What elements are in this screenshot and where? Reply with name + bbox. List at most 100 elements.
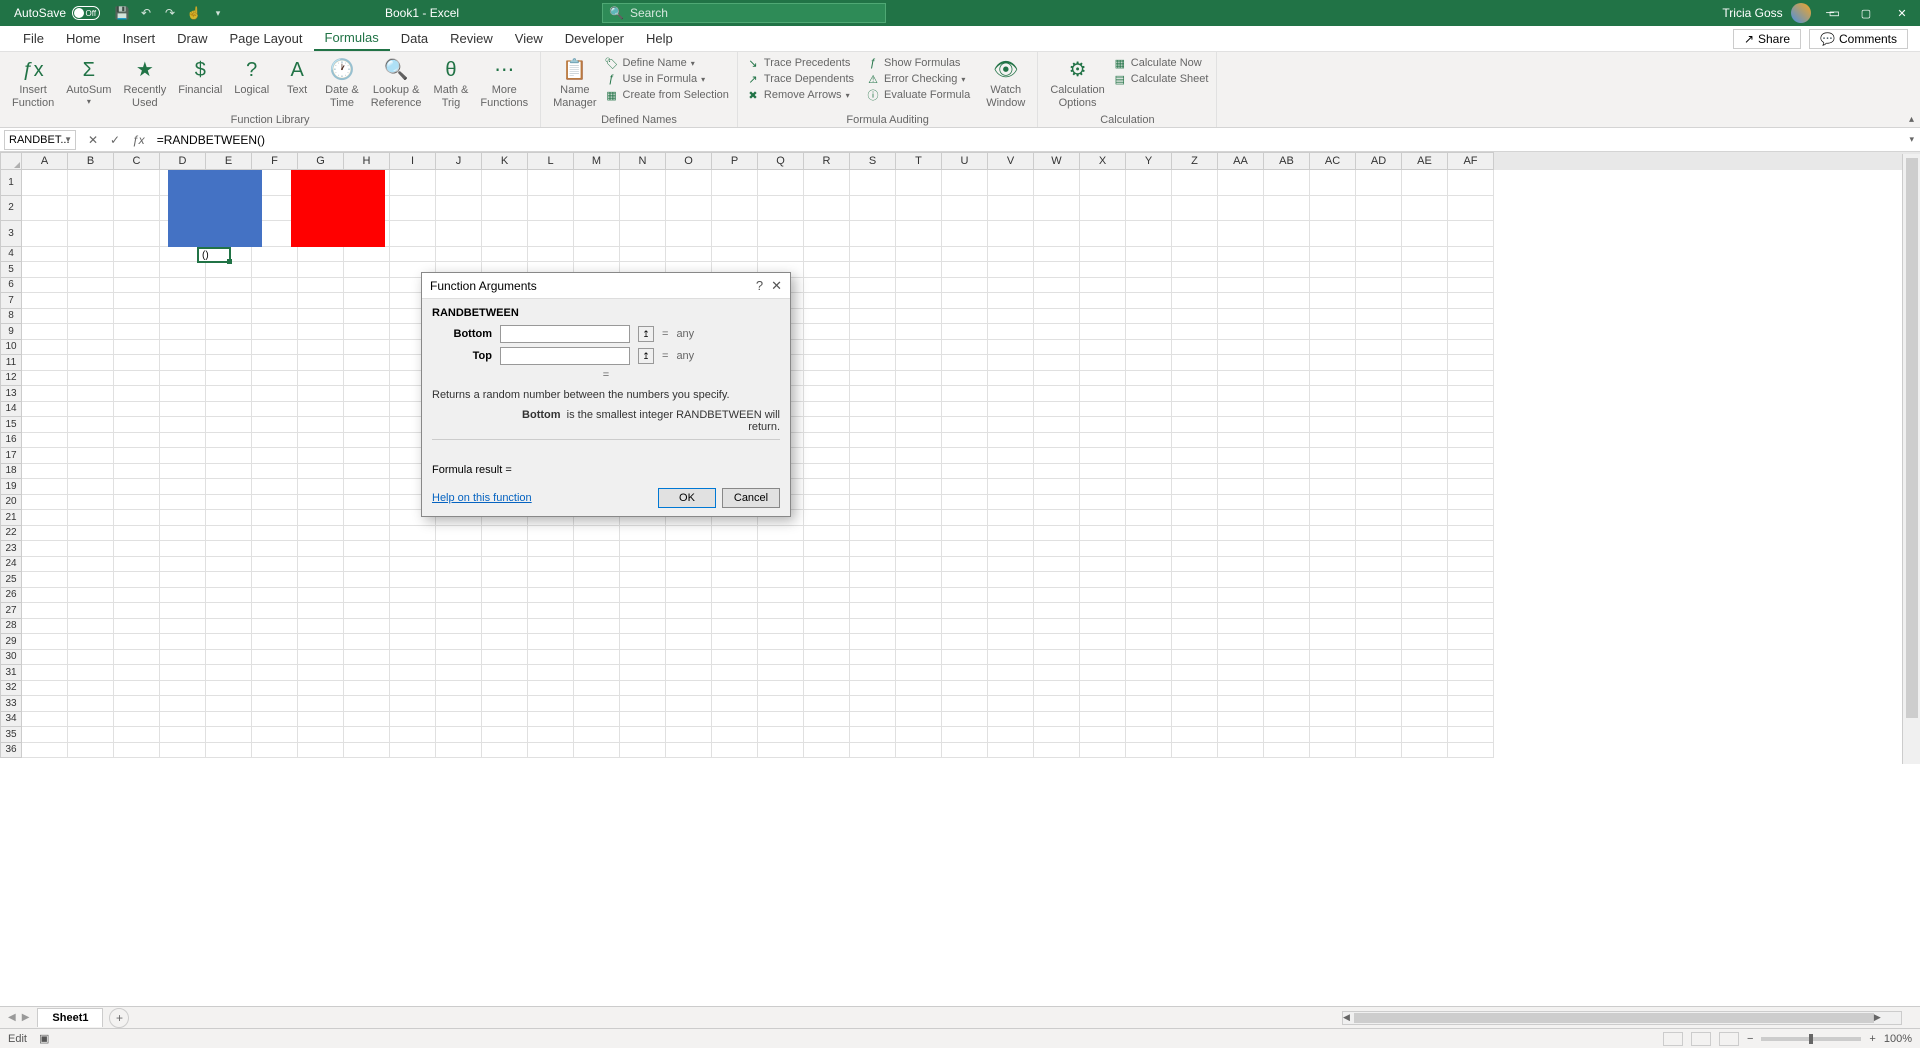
column-header[interactable]: K <box>482 152 528 170</box>
cell[interactable] <box>436 526 482 542</box>
cell[interactable] <box>114 650 160 666</box>
cell[interactable] <box>988 603 1034 619</box>
row-header[interactable]: 31 <box>0 665 22 681</box>
column-header[interactable]: P <box>712 152 758 170</box>
cell[interactable] <box>620 681 666 697</box>
cell[interactable] <box>1172 221 1218 247</box>
cell[interactable] <box>942 402 988 418</box>
cell[interactable] <box>712 603 758 619</box>
cell[interactable] <box>1310 510 1356 526</box>
sheet-tab[interactable]: Sheet1 <box>37 1008 103 1027</box>
cell[interactable] <box>1356 634 1402 650</box>
column-header[interactable]: N <box>620 152 666 170</box>
cell[interactable] <box>620 712 666 728</box>
cell[interactable] <box>22 495 68 511</box>
cell[interactable] <box>896 170 942 196</box>
cell[interactable] <box>1080 696 1126 712</box>
cell[interactable] <box>1034 417 1080 433</box>
cell[interactable] <box>68 634 114 650</box>
cell[interactable] <box>1218 665 1264 681</box>
cell[interactable] <box>758 712 804 728</box>
tab-developer[interactable]: Developer <box>554 27 635 50</box>
cell[interactable] <box>436 696 482 712</box>
cell[interactable] <box>528 727 574 743</box>
cell[interactable] <box>1126 433 1172 449</box>
row-header[interactable]: 11 <box>0 355 22 371</box>
cell[interactable] <box>942 170 988 196</box>
cell[interactable] <box>1126 557 1172 573</box>
cell[interactable] <box>298 355 344 371</box>
cell[interactable] <box>298 619 344 635</box>
cell[interactable] <box>22 541 68 557</box>
cell[interactable] <box>206 464 252 480</box>
cell[interactable] <box>1218 650 1264 666</box>
cell[interactable] <box>206 309 252 325</box>
cell[interactable] <box>528 743 574 759</box>
cell[interactable] <box>22 557 68 573</box>
cell[interactable] <box>988 479 1034 495</box>
cell[interactable] <box>114 557 160 573</box>
cell[interactable] <box>68 170 114 196</box>
cell[interactable] <box>22 681 68 697</box>
row-header[interactable]: 12 <box>0 371 22 387</box>
cell[interactable] <box>804 262 850 278</box>
cell[interactable] <box>804 541 850 557</box>
cell[interactable] <box>1264 386 1310 402</box>
cell[interactable] <box>436 634 482 650</box>
cell[interactable] <box>1310 293 1356 309</box>
cell[interactable] <box>1402 324 1448 340</box>
cell[interactable] <box>160 417 206 433</box>
cell[interactable] <box>1080 340 1126 356</box>
cell[interactable] <box>1080 526 1126 542</box>
cell[interactable] <box>344 634 390 650</box>
row-header[interactable]: 30 <box>0 650 22 666</box>
cell[interactable] <box>390 541 436 557</box>
cell[interactable] <box>758 650 804 666</box>
cell[interactable] <box>436 221 482 247</box>
cell[interactable] <box>620 247 666 263</box>
cell[interactable] <box>1310 448 1356 464</box>
cell[interactable] <box>1356 309 1402 325</box>
cell[interactable] <box>1356 510 1402 526</box>
cell[interactable] <box>22 619 68 635</box>
cell[interactable] <box>528 696 574 712</box>
cell[interactable] <box>1310 221 1356 247</box>
cell[interactable] <box>114 572 160 588</box>
cell[interactable] <box>252 650 298 666</box>
cell[interactable] <box>804 464 850 480</box>
cell[interactable] <box>804 340 850 356</box>
cell[interactable] <box>1402 402 1448 418</box>
cell[interactable] <box>1402 665 1448 681</box>
cell[interactable] <box>1402 293 1448 309</box>
cell[interactable] <box>850 170 896 196</box>
cell[interactable] <box>1126 371 1172 387</box>
cell[interactable] <box>68 262 114 278</box>
cell[interactable] <box>1448 743 1494 759</box>
cell[interactable] <box>1172 170 1218 196</box>
cell[interactable] <box>1448 309 1494 325</box>
page-break-view-button[interactable] <box>1719 1032 1739 1046</box>
cell[interactable] <box>666 247 712 263</box>
arg-bottom-input[interactable] <box>500 325 630 343</box>
cell[interactable] <box>1264 196 1310 222</box>
cell[interactable] <box>1218 634 1264 650</box>
cell[interactable] <box>252 665 298 681</box>
tab-help[interactable]: Help <box>635 27 684 50</box>
cell[interactable] <box>160 588 206 604</box>
column-header[interactable]: U <box>942 152 988 170</box>
cell[interactable] <box>1172 510 1218 526</box>
cell[interactable] <box>298 526 344 542</box>
cell[interactable] <box>252 588 298 604</box>
cell[interactable] <box>1356 170 1402 196</box>
cell[interactable] <box>804 324 850 340</box>
row-header[interactable]: 23 <box>0 541 22 557</box>
cell[interactable] <box>988 541 1034 557</box>
cell[interactable] <box>344 727 390 743</box>
cell[interactable] <box>1402 495 1448 511</box>
vertical-scrollbar[interactable] <box>1902 154 1920 764</box>
cell[interactable] <box>1310 696 1356 712</box>
cell[interactable] <box>1172 696 1218 712</box>
cell[interactable] <box>1310 572 1356 588</box>
cell[interactable] <box>850 588 896 604</box>
cell[interactable] <box>298 479 344 495</box>
